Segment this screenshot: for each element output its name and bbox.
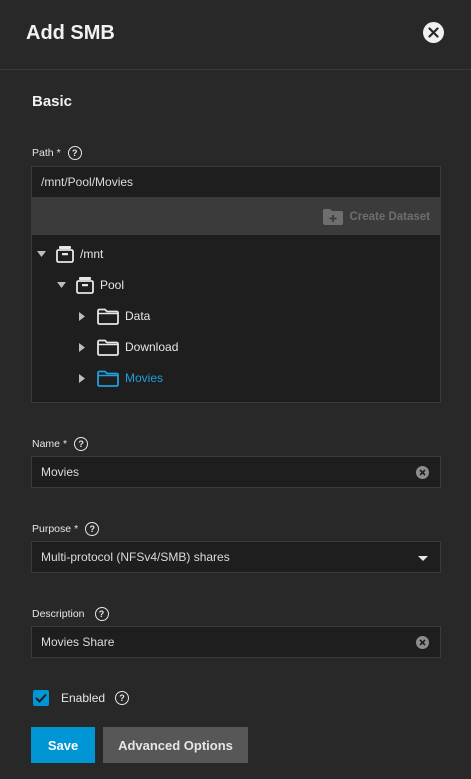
folder-icon — [97, 370, 119, 387]
enabled-label-text: Enabled — [61, 691, 106, 705]
tree-node-download-label: Download — [125, 340, 179, 354]
name-help-icon[interactable]: ? — [74, 437, 89, 451]
section-title-basic: Basic — [32, 93, 73, 110]
dataset-icon — [56, 245, 74, 263]
folder-plus-icon — [323, 209, 344, 225]
path-help-icon[interactable]: ? — [67, 146, 82, 160]
dialog-header: Add SMB — [0, 0, 471, 70]
enabled-checkbox[interactable] — [33, 690, 49, 706]
chevron-right-icon[interactable] — [77, 311, 87, 321]
clear-icon[interactable] — [416, 466, 429, 479]
purpose-select[interactable]: Multi-protocol (NFSv4/SMB) shares — [31, 541, 441, 573]
name-input-value: Movies — [41, 465, 80, 479]
name-label: Name * ? — [32, 437, 89, 451]
chevron-down-icon[interactable] — [36, 251, 46, 257]
explorer-toolbar: Create Dataset — [31, 198, 441, 235]
close-button[interactable] — [423, 22, 444, 43]
dataset-icon — [76, 276, 94, 294]
description-input[interactable]: Movies Share — [31, 626, 441, 658]
tree-node-download[interactable]: Download — [77, 336, 178, 358]
create-dataset-button: Create Dataset — [323, 209, 430, 225]
enabled-help-icon[interactable]: ? — [115, 691, 130, 705]
chevron-right-icon[interactable] — [77, 342, 87, 352]
path-label: Path * ? — [32, 146, 82, 160]
tree-node-mnt[interactable]: /mnt — [36, 243, 103, 265]
description-label-text: Description — [32, 608, 85, 620]
tree-node-data-label: Data — [125, 309, 151, 323]
path-input[interactable]: /mnt/Pool/Movies — [31, 166, 441, 198]
path-required-marker: * — [56, 147, 61, 159]
purpose-label: Purpose * ? — [32, 522, 100, 536]
path-label-text: Path — [32, 147, 54, 159]
tree-node-pool-label: Pool — [100, 278, 125, 292]
path-input-value: /mnt/Pool/Movies — [41, 175, 134, 189]
name-label-text: Name — [32, 438, 61, 450]
caret-down-icon[interactable] — [418, 556, 428, 561]
advanced-options-button[interactable]: Advanced Options — [103, 727, 248, 763]
tree-node-mnt-label: /mnt — [80, 247, 104, 261]
purpose-select-value: Multi-protocol (NFSv4/SMB) shares — [41, 550, 230, 564]
purpose-label-text: Purpose — [32, 523, 72, 535]
create-dataset-label: Create Dataset — [349, 211, 430, 223]
folder-icon — [97, 308, 119, 325]
chevron-right-icon[interactable] — [77, 373, 87, 383]
description-input-value: Movies Share — [41, 635, 115, 649]
close-icon — [428, 27, 439, 38]
clear-icon[interactable] — [416, 636, 429, 649]
description-label: Description ? — [32, 607, 109, 621]
tree-node-movies-label: Movies — [125, 371, 164, 385]
description-help-icon[interactable]: ? — [94, 607, 109, 621]
dialog-title: Add SMB — [26, 22, 115, 44]
checkmark-icon — [35, 693, 47, 703]
purpose-help-icon[interactable]: ? — [85, 522, 100, 536]
save-button[interactable]: Save — [31, 727, 95, 763]
purpose-required-marker: * — [74, 523, 79, 535]
tree-node-pool[interactable]: Pool — [56, 274, 124, 296]
enabled-label: Enabled ? — [61, 691, 130, 705]
name-required-marker: * — [63, 438, 68, 450]
tree-node-movies[interactable]: Movies — [77, 367, 163, 389]
name-input[interactable]: Movies — [31, 456, 441, 488]
tree-node-data[interactable]: Data — [77, 305, 150, 327]
folder-icon — [97, 339, 119, 356]
chevron-down-icon[interactable] — [56, 282, 66, 288]
